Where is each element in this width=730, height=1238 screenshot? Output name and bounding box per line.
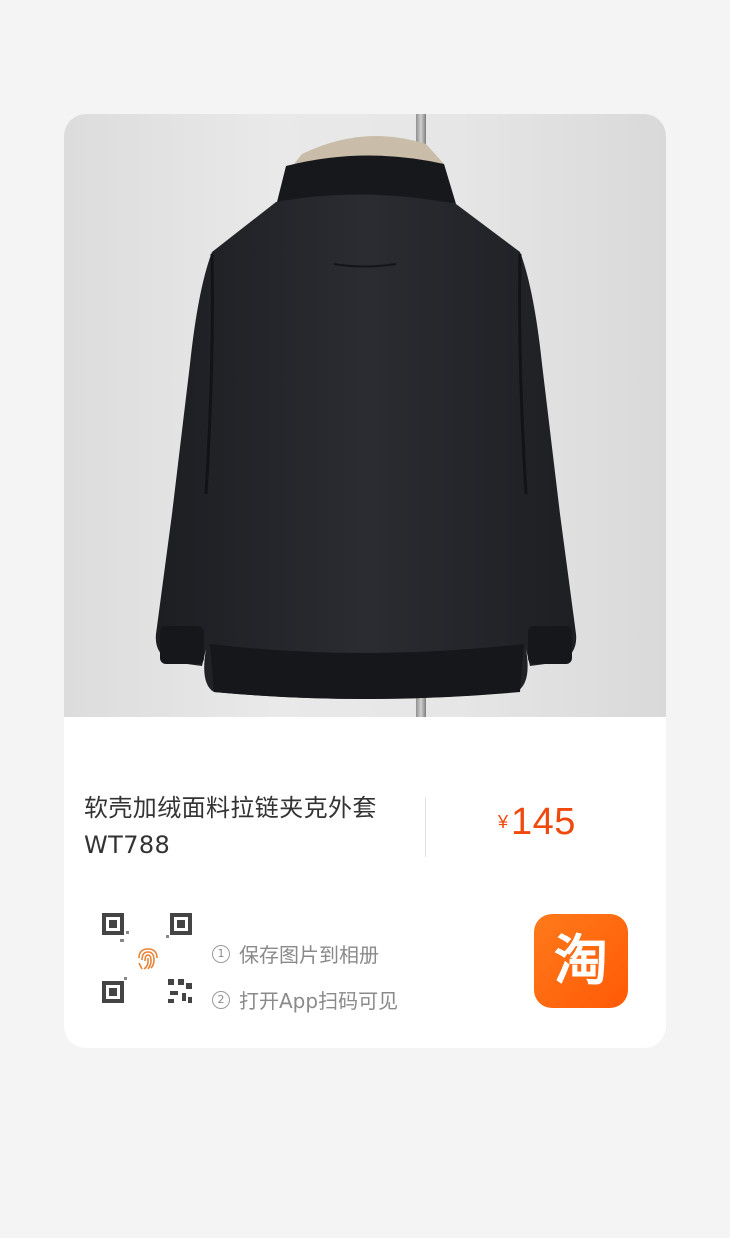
price-value: 145: [511, 801, 576, 843]
step-2-text: 打开App扫码可见: [239, 989, 399, 1013]
product-title-line-2: WT788: [84, 831, 171, 859]
product-info: 软壳加绒面料拉链夹克外套 WT788 ¥145 1 保存图片到相册 2 打开Ap…: [64, 717, 666, 1048]
share-step-2: 2 打开App扫码可见: [212, 985, 398, 1014]
jacket-photo-illustration: [155, 114, 577, 717]
taobao-app-icon-glyph: 淘: [554, 929, 608, 992]
share-step-1: 1 保存图片到相册: [212, 939, 379, 968]
step-1-text: 保存图片到相册: [239, 943, 379, 967]
product-title[interactable]: 软壳加绒面料拉链夹克外套 WT788: [84, 790, 419, 864]
product-price: ¥145: [498, 801, 576, 844]
product-image[interactable]: [64, 114, 666, 717]
fingerprint-icon: [134, 945, 162, 973]
qr-code-icon: [100, 911, 196, 1007]
taobao-app-icon[interactable]: 淘: [534, 914, 628, 1008]
product-title-line-1: 软壳加绒面料拉链夹克外套: [84, 794, 377, 822]
price-currency-symbol: ¥: [498, 812, 509, 832]
step-1-number-icon: 1: [212, 944, 230, 963]
step-2-number-icon: 2: [212, 990, 230, 1009]
title-price-divider: [425, 797, 426, 857]
product-share-card: 软壳加绒面料拉链夹克外套 WT788 ¥145 1 保存图片到相册 2 打开Ap…: [64, 114, 666, 1048]
